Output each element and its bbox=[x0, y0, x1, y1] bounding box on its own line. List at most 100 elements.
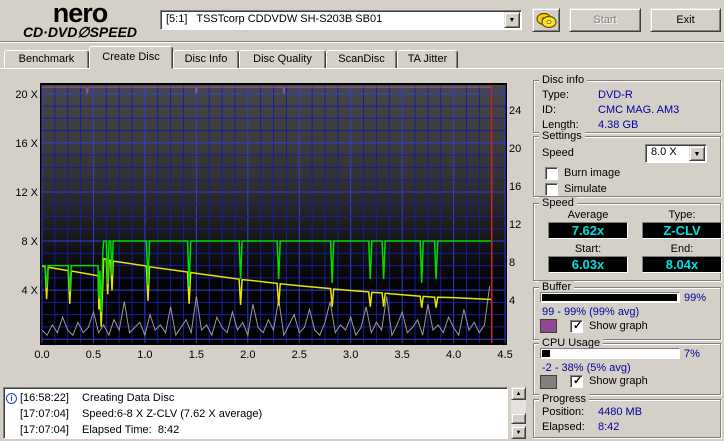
tab-disc-info[interactable]: Disc Info bbox=[173, 50, 239, 69]
tab-disc-quality[interactable]: Disc Quality bbox=[239, 50, 326, 69]
chevron-down-icon: ▼ bbox=[693, 151, 701, 158]
log-entry: i [16:58:22] Creating Data Disc bbox=[6, 390, 505, 406]
triangle-up-icon: ▲ bbox=[515, 391, 522, 397]
exit-button-label: Exit bbox=[676, 14, 695, 26]
drive-select-value: [5:1] TSSTcorp CDDVDW SH-S203B SB01 bbox=[166, 13, 383, 25]
speed-type-label: Type: bbox=[668, 209, 696, 221]
burn-image-checkbox[interactable] bbox=[545, 167, 558, 180]
tab-label: TA Jitter bbox=[407, 53, 448, 65]
svg-text:2.0: 2.0 bbox=[240, 349, 255, 361]
disc-id-label: ID: bbox=[542, 104, 557, 116]
svg-text:20: 20 bbox=[509, 143, 521, 155]
position-value: 4480 MB bbox=[598, 406, 643, 418]
buffer-show-graph-checkbox[interactable]: ✓ bbox=[570, 320, 583, 333]
buffer-group: Buffer 99% 99 - 99% (99% avg) ✓ Show gra… bbox=[533, 281, 721, 340]
end-speed-display: 8.04x bbox=[642, 256, 722, 273]
drive-select-dropdown-button[interactable]: ▼ bbox=[504, 12, 520, 28]
progress-group: Progress Position: 4480 MB Elapsed: 8:42 bbox=[533, 393, 721, 438]
info-icon: i bbox=[6, 393, 17, 404]
cpu-usage-bar bbox=[540, 348, 680, 359]
chevron-down-icon: ▼ bbox=[508, 17, 516, 24]
svg-text:12 X: 12 X bbox=[15, 187, 38, 199]
elapsed-value: 8:42 bbox=[598, 421, 620, 433]
checkmark-icon: ✓ bbox=[573, 320, 583, 332]
nero-logo: nero CD·DVD∅SPEED bbox=[4, 0, 156, 41]
drive-select-combo[interactable]: [5:1] TSSTcorp CDDVDW SH-S203B SB01 ▼ bbox=[160, 10, 522, 30]
speed-select-value: 8.0 X bbox=[651, 146, 677, 158]
cpu-show-graph-label: Show graph bbox=[589, 375, 648, 387]
discs-icon bbox=[536, 12, 557, 29]
buffer-series-color-swatch bbox=[540, 319, 557, 333]
speed-group: Speed Average Type: 7.62x Z-CLV Start: E… bbox=[533, 197, 722, 281]
svg-text:0.0: 0.0 bbox=[34, 349, 49, 361]
position-label: Position: bbox=[542, 406, 585, 418]
buffer-percent-value: 99% bbox=[684, 292, 707, 304]
svg-text:16: 16 bbox=[509, 181, 521, 193]
settings-group: Settings Speed 8.0 X ▼ Burn image Simula… bbox=[533, 130, 721, 197]
tab-create-disc[interactable]: Create Disc bbox=[89, 46, 173, 69]
buffer-level-bar-fill bbox=[542, 294, 677, 301]
svg-text:3.5: 3.5 bbox=[395, 349, 410, 361]
tab-label: Benchmark bbox=[18, 53, 75, 65]
svg-text:1.5: 1.5 bbox=[189, 349, 204, 361]
cpu-percent-value: 7% bbox=[684, 348, 700, 360]
disc-type-label: Type: bbox=[542, 89, 569, 101]
burn-image-label: Burn image bbox=[564, 167, 621, 179]
tab-label: Disc Info bbox=[184, 53, 228, 65]
simulate-checkbox[interactable] bbox=[545, 183, 558, 196]
write-speed-chart: 4 X 8 X 12 X 16 X 20 X 4 8 12 16 20 24 0.0 0.5 1.0 1.5… bbox=[15, 83, 521, 361]
disc-options-button[interactable] bbox=[532, 8, 560, 32]
svg-text:8 X: 8 X bbox=[21, 236, 38, 248]
nero-logo-text: nero bbox=[52, 0, 109, 28]
speed-type-display: Z-CLV bbox=[642, 222, 722, 239]
scrollbar-up-button[interactable]: ▲ bbox=[511, 387, 526, 400]
start-speed-display: 6.03x bbox=[548, 256, 628, 273]
toolbar-separator bbox=[0, 41, 724, 43]
cpu-range-text: -2 - 38% (5% avg) bbox=[542, 362, 631, 374]
log-entry: [17:07:04] Speed:6-8 X Z-CLV (7.62 X ave… bbox=[6, 406, 505, 422]
disc-id-value: CMC MAG. AM3 bbox=[598, 104, 680, 116]
average-speed-display: 7.62x bbox=[548, 222, 628, 239]
average-speed-label: Average bbox=[567, 209, 609, 221]
svg-text:4.0: 4.0 bbox=[446, 349, 461, 361]
simulate-label: Simulate bbox=[564, 183, 607, 195]
speed-select-combo[interactable]: 8.0 X ▼ bbox=[645, 144, 707, 163]
tab-label: Create Disc bbox=[102, 51, 160, 63]
cpu-usage-group: CPU Usage 7% -2 - 38% (5% avg) ✓ Show gr… bbox=[533, 337, 721, 395]
buffer-level-bar bbox=[540, 292, 680, 303]
svg-text:4: 4 bbox=[509, 295, 515, 307]
speed-setting-label: Speed bbox=[542, 147, 574, 159]
svg-text:24: 24 bbox=[509, 105, 521, 117]
disc-type-value: DVD-R bbox=[598, 89, 633, 101]
disc-info-title: Disc info bbox=[539, 74, 588, 86]
tab-scandisc[interactable]: ScanDisc bbox=[326, 50, 397, 69]
exit-button[interactable]: Exit bbox=[650, 8, 721, 32]
log-text: Elapsed Time: 8:42 bbox=[82, 424, 180, 436]
disc-length-value: 4.38 GB bbox=[598, 119, 639, 131]
tab-ta-jitter[interactable]: TA Jitter bbox=[397, 50, 458, 69]
log-timestamp: [17:07:04] bbox=[20, 424, 69, 436]
speed-select-dropdown-button[interactable]: ▼ bbox=[689, 146, 705, 161]
start-button-label: Start bbox=[593, 14, 617, 26]
tab-benchmark[interactable]: Benchmark bbox=[4, 50, 89, 69]
svg-text:16 X: 16 X bbox=[15, 138, 38, 150]
triangle-down-icon: ▼ bbox=[515, 430, 522, 436]
svg-text:8: 8 bbox=[509, 257, 515, 269]
log-text: Creating Data Disc bbox=[82, 392, 175, 404]
cpu-show-graph-checkbox[interactable]: ✓ bbox=[570, 375, 583, 388]
scrollbar-thumb[interactable] bbox=[511, 413, 526, 424]
speed-group-title: Speed bbox=[539, 197, 577, 209]
start-button[interactable]: Start bbox=[569, 8, 641, 32]
cd-dvd-speed-logo-text: CD·DVD∅SPEED bbox=[22, 24, 138, 40]
tab-label: Disc Quality bbox=[253, 53, 312, 65]
log-scrollbar[interactable]: ▲ ▼ bbox=[511, 387, 526, 439]
log-entry: [17:07:04] Elapsed Time: 8:42 bbox=[6, 422, 505, 438]
svg-text:20 X: 20 X bbox=[15, 89, 38, 101]
svg-text:1.0: 1.0 bbox=[137, 349, 152, 361]
cpu-series-color-swatch bbox=[540, 375, 557, 389]
settings-title: Settings bbox=[539, 130, 585, 142]
scrollbar-down-button[interactable]: ▼ bbox=[511, 426, 526, 439]
log-timestamp: [17:07:04] bbox=[20, 408, 69, 420]
progress-group-title: Progress bbox=[539, 393, 590, 405]
disc-info-group: Disc info Type: DVD-R ID: CMC MAG. AM3 L… bbox=[533, 74, 721, 133]
